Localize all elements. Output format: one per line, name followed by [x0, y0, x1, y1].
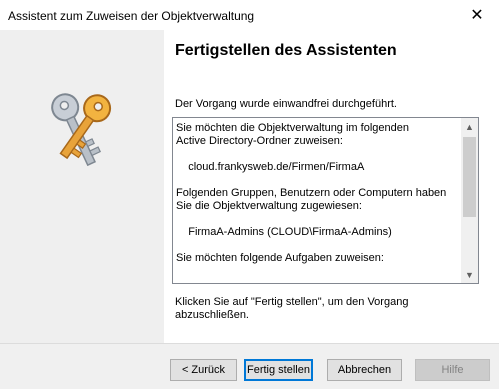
- scroll-down-icon[interactable]: ▼: [461, 266, 478, 283]
- button-bar: < Zurück Fertig stellen Abbrechen Hilfe: [0, 344, 499, 389]
- page-title: Fertigstellen des Assistenten: [175, 42, 397, 59]
- title-bar: Assistent zum Zuweisen der Objektverwalt…: [0, 0, 499, 30]
- wizard-content: Fertigstellen des Assistenten Der Vorgan…: [164, 30, 499, 343]
- vertical-scrollbar[interactable]: ▲ ▼: [461, 118, 478, 283]
- help-button: Hilfe: [415, 359, 490, 381]
- finish-instruction: Klicken Sie auf "Fertig stellen", um den…: [175, 296, 409, 321]
- summary-text: Sie möchten die Objektverwaltung im folg…: [176, 122, 447, 264]
- keys-icon: [51, 93, 112, 167]
- scroll-thumb[interactable]: [463, 137, 476, 217]
- close-icon[interactable]: ✕: [455, 0, 499, 30]
- cancel-button[interactable]: Abbrechen: [327, 359, 402, 381]
- finish-button[interactable]: Fertig stellen: [244, 359, 313, 381]
- scroll-up-icon[interactable]: ▲: [461, 118, 478, 135]
- summary-textbox[interactable]: Sie möchten die Objektverwaltung im folg…: [172, 117, 479, 284]
- back-button[interactable]: < Zurück: [170, 359, 237, 381]
- window-title: Assistent zum Zuweisen der Objektverwalt…: [8, 9, 255, 23]
- wizard-side-panel: [0, 30, 164, 343]
- status-message: Der Vorgang wurde einwandfrei durchgefüh…: [175, 98, 397, 110]
